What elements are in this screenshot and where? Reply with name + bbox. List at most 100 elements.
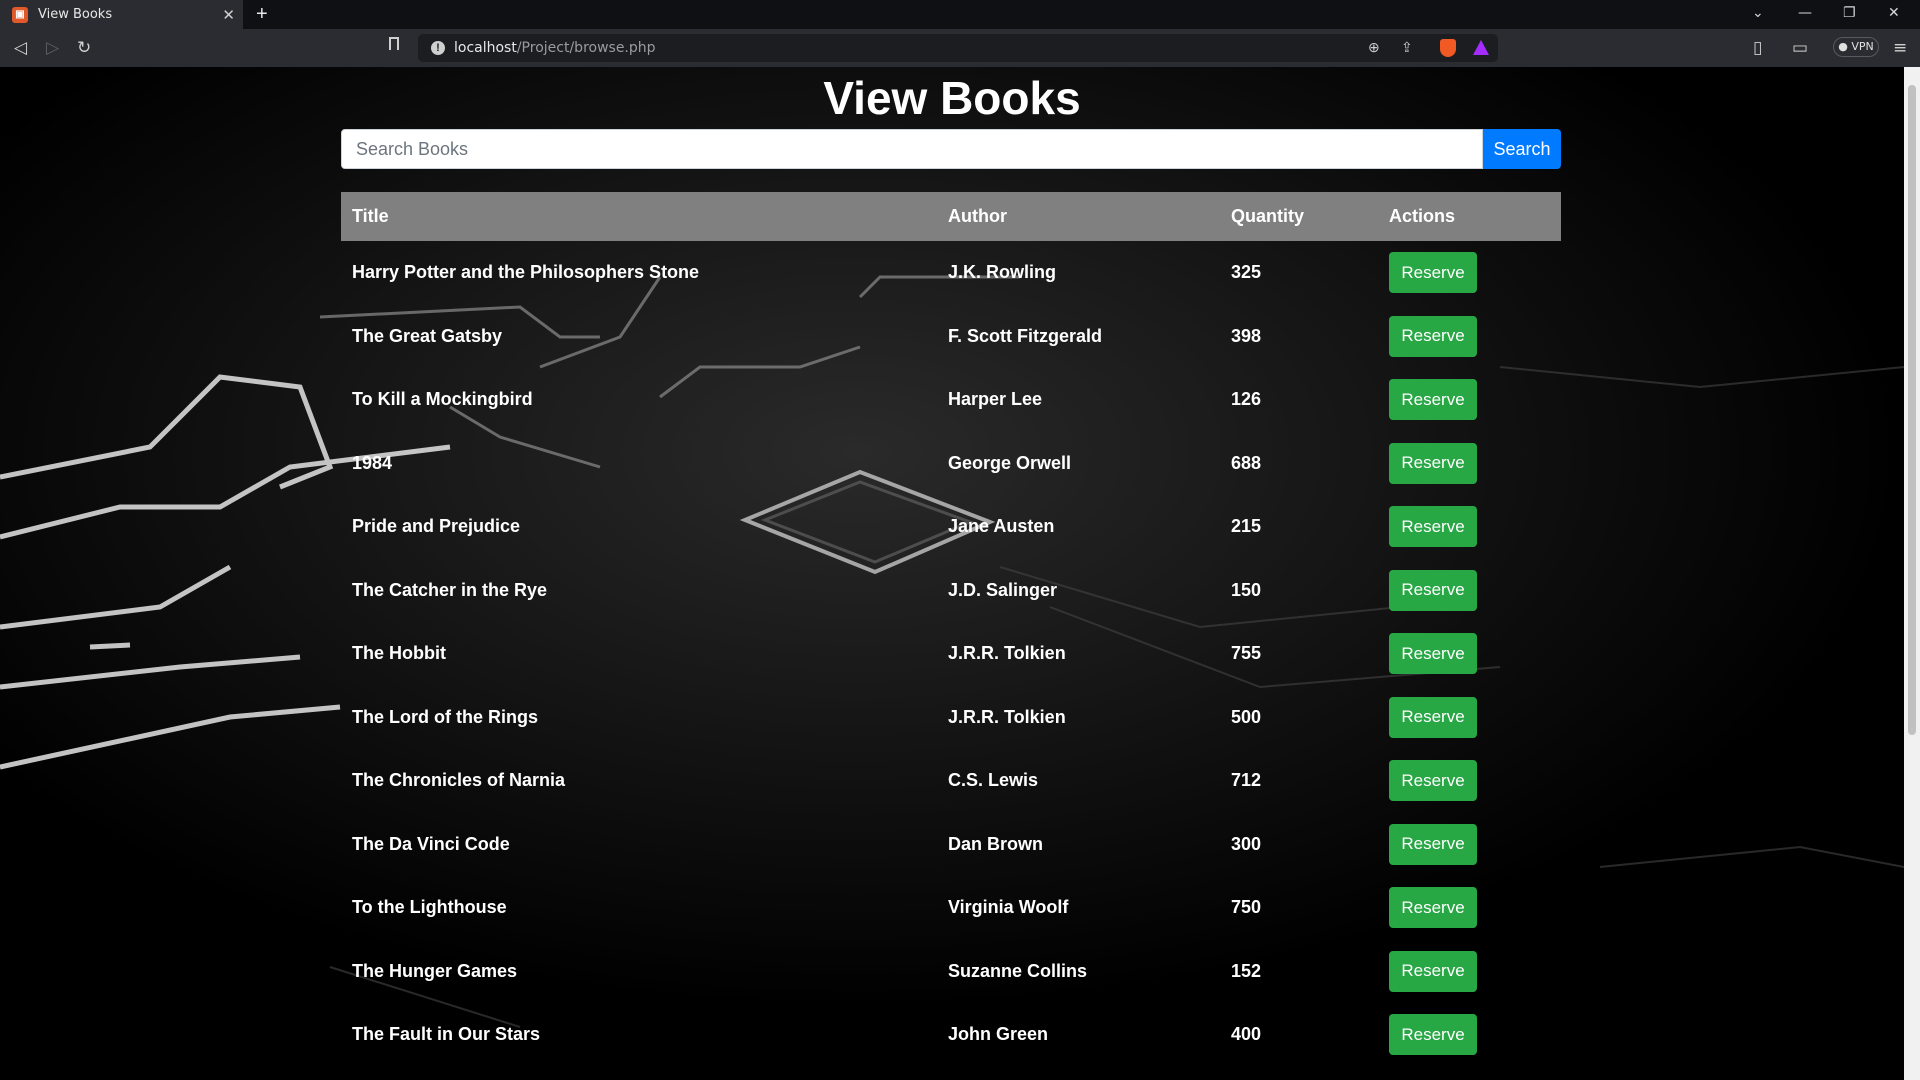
header-title: Title <box>341 192 937 241</box>
tab-search-chevron-icon[interactable]: ⌄ <box>1752 5 1764 21</box>
share-icon[interactable]: ⇪ <box>1401 39 1413 56</box>
url-path: /Project/browse.php <box>516 40 656 56</box>
table-row: 1984 George Orwell 688 Reserve <box>341 432 1561 496</box>
reserve-button[interactable]: Reserve <box>1389 887 1477 929</box>
actions-cell: Reserve <box>1378 432 1561 496</box>
book-title-cell: To Kill a Mockingbird <box>352 389 533 410</box>
restore-icon[interactable]: ❐ <box>1843 5 1856 21</box>
sidebar-icon[interactable]: ▯ <box>1753 38 1762 58</box>
reserve-button[interactable]: Reserve <box>1389 379 1477 421</box>
url-host: localhost <box>454 40 517 56</box>
book-quantity-cell: 215 <box>1231 516 1262 537</box>
header-quantity: Quantity <box>1220 192 1378 241</box>
table-row: The Hobbit J.R.R. Tolkien 755 Reserve <box>341 622 1561 686</box>
reserve-button[interactable]: Reserve <box>1389 315 1477 357</box>
tab-strip: ▣ View Books ✕ + ⌄ — ❐ ✕ <box>0 0 1920 29</box>
reload-icon[interactable]: ↻ <box>77 38 91 58</box>
back-icon[interactable]: ◁ <box>14 38 27 58</box>
table-header-row: Title Author Quantity Actions <box>341 192 1561 241</box>
book-author-cell: J.D. Salinger <box>948 579 1058 600</box>
reserve-button[interactable]: Reserve <box>1389 696 1477 738</box>
book-author-cell: Virginia Woolf <box>948 897 1069 918</box>
book-title-cell: The Fault in Our Stars <box>352 1024 541 1045</box>
book-title-cell: The Catcher in the Rye <box>352 579 548 600</box>
book-author-cell: J.R.R. Tolkien <box>948 643 1066 664</box>
book-author-cell: George Orwell <box>948 452 1072 473</box>
book-quantity-cell: 750 <box>1231 897 1262 918</box>
search-input[interactable] <box>341 129 1483 169</box>
reserve-button[interactable]: Reserve <box>1389 506 1477 548</box>
book-author-cell: Suzanne Collins <box>948 960 1088 981</box>
zoom-icon[interactable]: ⊕ <box>1368 39 1380 56</box>
page-title: View Books <box>823 72 1081 124</box>
book-title-cell: The Great Gatsby <box>352 325 503 346</box>
forward-icon[interactable]: ▷ <box>46 38 59 58</box>
book-author-cell: F. Scott Fitzgerald <box>948 325 1103 346</box>
actions-cell: Reserve <box>1378 686 1561 750</box>
actions-cell: Reserve <box>1378 876 1561 940</box>
book-title-cell: 1984 <box>352 452 393 473</box>
book-quantity-cell: 152 <box>1231 960 1262 981</box>
reserve-button[interactable]: Reserve <box>1389 569 1477 611</box>
actions-cell: Reserve <box>1378 368 1561 432</box>
page-viewport: View Books Search Title Author Quantity … <box>0 67 1904 1080</box>
actions-cell: Reserve <box>1378 241 1561 305</box>
reserve-button[interactable]: Reserve <box>1389 1014 1477 1056</box>
bookmark-icon[interactable] <box>389 37 399 50</box>
new-tab-icon[interactable]: + <box>256 3 268 26</box>
browser-tab[interactable]: ▣ View Books ✕ <box>0 0 243 29</box>
book-author-cell: C.S. Lewis <box>948 770 1039 791</box>
book-author-cell: John Green <box>948 1024 1049 1045</box>
book-quantity-cell: 300 <box>1231 833 1262 854</box>
vpn-button[interactable]: ● VPN <box>1833 37 1879 57</box>
book-author-cell: Jane Austen <box>948 516 1055 537</box>
wallet-icon[interactable]: ▭ <box>1792 38 1808 58</box>
book-quantity-cell: 712 <box>1231 770 1262 791</box>
book-title-cell: The Hobbit <box>352 643 446 664</box>
brave-shields-icon[interactable] <box>1440 39 1456 57</box>
book-quantity-cell: 325 <box>1231 262 1262 283</box>
book-quantity-cell: 500 <box>1231 706 1262 727</box>
vertical-scrollbar[interactable] <box>1904 67 1920 1080</box>
search-button[interactable]: Search <box>1483 129 1561 169</box>
close-window-icon[interactable]: ✕ <box>1888 5 1900 21</box>
book-quantity-cell: 755 <box>1231 643 1262 664</box>
table-row: Harry Potter and the Philosophers Stone J… <box>341 241 1561 305</box>
minimize-icon[interactable]: — <box>1798 5 1812 21</box>
table-row: To the Lighthouse Virginia Woolf 750 Reserv… <box>341 876 1561 940</box>
site-info-icon[interactable]: ! <box>431 41 445 55</box>
book-quantity-cell: 398 <box>1231 325 1262 346</box>
table-row: The Hunger Games Suzanne Collins 152 Reserv… <box>341 940 1561 1004</box>
books-table: Title Author Quantity Actions Harry Pott… <box>341 192 1561 1067</box>
tab-title: View Books <box>38 7 113 22</box>
book-title-cell: To the Lighthouse <box>352 897 507 918</box>
table-row: The Lord of the Rings J.R.R. Tolkien 500 Re… <box>341 686 1561 750</box>
reserve-button[interactable]: Reserve <box>1389 950 1477 992</box>
actions-cell: Reserve <box>1378 622 1561 686</box>
menu-icon[interactable]: ≡ <box>1893 38 1907 58</box>
rewards-icon[interactable] <box>1473 40 1489 55</box>
actions-cell: Reserve <box>1378 305 1561 369</box>
table-row: To Kill a Mockingbird Harper Lee 126 Reserv… <box>341 368 1561 432</box>
scrollbar-thumb[interactable] <box>1908 85 1916 735</box>
reserve-button[interactable]: Reserve <box>1389 633 1477 675</box>
actions-cell: Reserve <box>1378 495 1561 559</box>
header-author: Author <box>937 192 1220 241</box>
actions-cell: Reserve <box>1378 559 1561 623</box>
book-quantity-cell: 400 <box>1231 1024 1262 1045</box>
book-quantity-cell: 126 <box>1231 389 1262 410</box>
close-tab-icon[interactable]: ✕ <box>222 6 235 24</box>
actions-cell: Reserve <box>1378 749 1561 813</box>
reserve-button[interactable]: Reserve <box>1389 442 1477 484</box>
url-text[interactable]: localhost/Project/browse.php <box>454 40 656 56</box>
reserve-button[interactable]: Reserve <box>1389 252 1477 294</box>
book-title-cell: The Da Vinci Code <box>352 833 510 854</box>
reserve-button[interactable]: Reserve <box>1389 760 1477 802</box>
book-title-cell: The Hunger Games <box>352 960 518 981</box>
table-row: The Catcher in the Rye J.D. Salinger 150 Re… <box>341 559 1561 623</box>
reserve-button[interactable]: Reserve <box>1389 823 1477 865</box>
address-bar[interactable]: ! localhost/Project/browse.php ⊕ ⇪ <box>418 34 1498 62</box>
book-quantity-cell: 150 <box>1231 579 1262 600</box>
table-row: The Chronicles of Narnia C.S. Lewis 712 Res… <box>341 749 1561 813</box>
actions-cell: Reserve <box>1378 813 1561 877</box>
